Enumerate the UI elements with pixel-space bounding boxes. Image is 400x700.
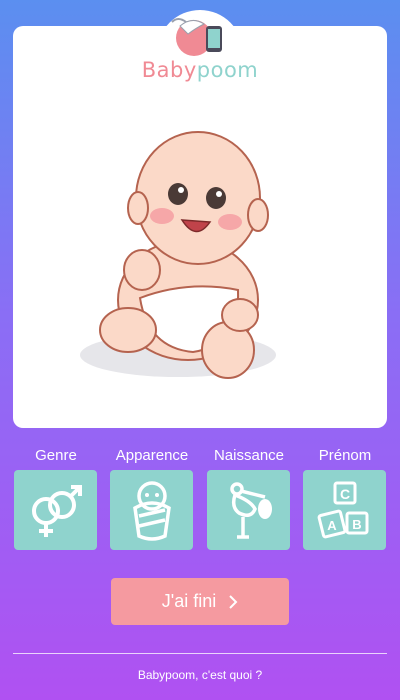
category-apparence[interactable]: Apparence	[110, 446, 194, 550]
about-link[interactable]: Babypoom, c'est quoi ?	[0, 668, 400, 682]
baby-illustration	[80, 131, 276, 379]
done-button[interactable]: J'ai fini	[111, 578, 289, 625]
brand-logo: Babypoom	[141, 58, 259, 82]
category-grid: Genre Apparence Naissance Prénom C A B	[0, 446, 400, 556]
gender-icon	[31, 485, 82, 537]
category-prenom[interactable]: Prénom C A B	[303, 446, 387, 550]
chevron-right-icon	[229, 594, 238, 609]
category-label: Apparence	[115, 447, 189, 464]
stork-icon	[229, 482, 272, 539]
abc-blocks-icon: C A B	[317, 481, 368, 539]
svg-text:B: B	[352, 517, 361, 532]
category-genre[interactable]: Genre	[14, 446, 98, 550]
done-button-label: J'ai fini	[161, 591, 217, 611]
svg-text:A: A	[327, 518, 337, 533]
divider	[13, 653, 387, 654]
stork-phone-logo-icon	[171, 18, 222, 56]
category-label: Genre	[35, 447, 77, 464]
category-label: Naissance	[213, 447, 285, 464]
svg-text:C: C	[339, 486, 349, 502]
category-tile-genre[interactable]	[14, 470, 97, 550]
category-tile-apparence[interactable]	[110, 470, 193, 550]
category-tile-naissance[interactable]	[207, 470, 290, 550]
category-naissance[interactable]: Naissance	[207, 446, 291, 550]
swaddled-baby-icon	[132, 481, 171, 541]
category-label: Prénom	[318, 447, 372, 464]
category-tile-prenom[interactable]: C A B	[303, 470, 386, 550]
